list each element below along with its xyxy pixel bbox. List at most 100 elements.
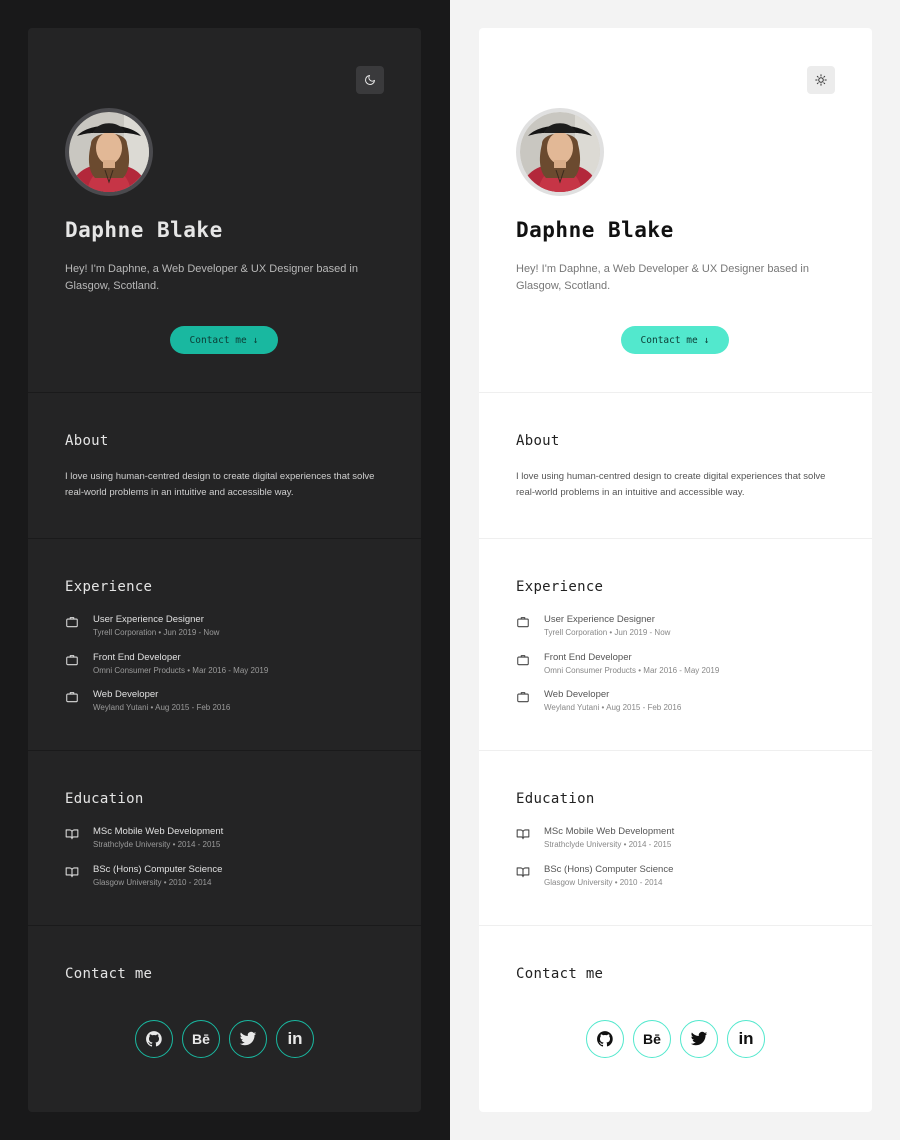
- contact-me-label: Contact me: [189, 334, 247, 346]
- twitter-link[interactable]: [229, 1020, 267, 1058]
- experience-item: Web Developer Weyland Yutani • Aug 2015 -…: [65, 689, 401, 727]
- briefcase-icon: [517, 692, 529, 703]
- light-mode-toggle[interactable]: [807, 66, 835, 94]
- twitter-icon: [239, 1031, 257, 1046]
- education-degree: BSc (Hons) Computer Science: [93, 863, 223, 875]
- about-title: About: [516, 433, 560, 449]
- contact-me-button[interactable]: Contact me ↓: [170, 326, 278, 354]
- about-text: I love using human-centred design to cre…: [65, 471, 375, 499]
- profile-bio: Hey! I'm Daphne, a Web Developer & UX De…: [65, 263, 358, 292]
- linkedin-icon: in: [738, 1029, 754, 1048]
- behance-icon: Bē: [192, 1031, 210, 1047]
- profile-name: Daphne Blake: [516, 218, 674, 242]
- hero-section: Daphne Blake Hey! I'm Daphne, a Web Deve…: [479, 28, 872, 393]
- education-item: BSc (Hons) Computer Science Glasgow Unive…: [516, 864, 852, 902]
- behance-link[interactable]: Bē: [633, 1020, 671, 1058]
- experience-item: Front End Developer Omni Consumer Product…: [65, 652, 401, 690]
- stage: Daphne Blake Hey! I'm Daphne, a Web Deve…: [0, 0, 900, 1140]
- experience-title: Experience: [65, 579, 153, 595]
- avatar: [516, 108, 604, 196]
- experience-item: User Experience Designer Tyrell Corporati…: [516, 614, 852, 652]
- avatar: [65, 108, 153, 196]
- experience-item: Web Developer Weyland Yutani • Aug 2015 -…: [516, 689, 852, 727]
- education-section: Education MSc Mobile Web Development Stra…: [28, 751, 421, 926]
- about-title: About: [65, 433, 109, 449]
- github-link[interactable]: [135, 1020, 173, 1058]
- education-list: MSc Mobile Web Development Strathclyde Un…: [516, 826, 852, 901]
- experience-role: Front End Developer: [93, 651, 181, 663]
- briefcase-icon: [66, 654, 78, 665]
- about-section: About I love using human-centred design …: [479, 393, 872, 539]
- twitter-icon: [690, 1031, 708, 1046]
- education-item: MSc Mobile Web Development Strathclyde Un…: [516, 826, 852, 864]
- about-text: I love using human-centred design to cre…: [516, 471, 826, 499]
- education-title: Education: [516, 791, 595, 807]
- contact-section: Contact me Bē in: [28, 926, 421, 1112]
- education-item: BSc (Hons) Computer Science Glasgow Unive…: [65, 864, 401, 902]
- moon-icon: [365, 75, 375, 85]
- experience-detail: Weyland Yutani • Aug 2015 - Feb 2016: [544, 703, 682, 712]
- behance-link[interactable]: Bē: [182, 1020, 220, 1058]
- arrow-down-icon: ↓: [703, 334, 710, 346]
- linkedin-icon: in: [287, 1029, 303, 1048]
- experience-detail: Tyrell Corporation • Jun 2019 - Now: [93, 628, 220, 637]
- experience-role: Front End Developer: [544, 651, 632, 663]
- github-icon: [597, 1031, 613, 1047]
- experience-item: Front End Developer Omni Consumer Product…: [516, 652, 852, 690]
- experience-role: User Experience Designer: [544, 614, 655, 625]
- education-detail: Glasgow University • 2010 - 2014: [93, 877, 212, 887]
- briefcase-icon: [66, 692, 78, 703]
- experience-list: User Experience Designer Tyrell Corporati…: [65, 614, 401, 727]
- contact-title: Contact me: [516, 966, 604, 982]
- briefcase-icon: [66, 617, 78, 628]
- linkedin-link[interactable]: in: [276, 1020, 314, 1058]
- education-degree: BSc (Hons) Computer Science: [544, 863, 674, 875]
- twitter-link[interactable]: [680, 1020, 718, 1058]
- dark-mode-toggle[interactable]: [356, 66, 384, 94]
- book-icon: [516, 829, 530, 840]
- profile-card-dark: Daphne Blake Hey! I'm Daphne, a Web Deve…: [28, 28, 421, 1112]
- hero-section: Daphne Blake Hey! I'm Daphne, a Web Deve…: [28, 28, 421, 393]
- linkedin-link[interactable]: in: [727, 1020, 765, 1058]
- education-detail: Glasgow University • 2010 - 2014: [544, 877, 663, 887]
- contact-me-label: Contact me: [640, 334, 698, 346]
- experience-detail: Omni Consumer Products • Mar 2016 - May …: [93, 665, 269, 675]
- github-link[interactable]: [586, 1020, 624, 1058]
- book-icon: [65, 829, 79, 840]
- profile-bio: Hey! I'm Daphne, a Web Developer & UX De…: [516, 263, 809, 292]
- profile-card-light: Daphne Blake Hey! I'm Daphne, a Web Deve…: [479, 28, 872, 1112]
- education-list: MSc Mobile Web Development Strathclyde Un…: [65, 826, 401, 901]
- education-item: MSc Mobile Web Development Strathclyde Un…: [65, 826, 401, 864]
- social-links: Bē in: [479, 1020, 872, 1058]
- contact-me-button[interactable]: Contact me ↓: [621, 326, 729, 354]
- experience-section: Experience User Experience Designer Tyrel…: [28, 539, 421, 751]
- book-icon: [65, 866, 79, 877]
- arrow-down-icon: ↓: [252, 334, 259, 346]
- experience-detail: Tyrell Corporation • Jun 2019 - Now: [544, 628, 671, 637]
- experience-role: Web Developer: [544, 689, 610, 700]
- education-detail: Strathclyde University • 2014 - 2015: [544, 840, 672, 849]
- education-degree: MSc Mobile Web Development: [544, 826, 675, 837]
- book-icon: [516, 866, 530, 877]
- social-links: Bē in: [28, 1020, 421, 1058]
- experience-detail: Omni Consumer Products • Mar 2016 - May …: [544, 665, 720, 675]
- education-title: Education: [65, 791, 144, 807]
- education-detail: Strathclyde University • 2014 - 2015: [93, 840, 221, 849]
- contact-title: Contact me: [65, 966, 153, 982]
- contact-section: Contact me Bē in: [479, 926, 872, 1112]
- dark-theme-panel: Daphne Blake Hey! I'm Daphne, a Web Deve…: [0, 0, 450, 1140]
- education-section: Education MSc Mobile Web Development Stra…: [479, 751, 872, 926]
- about-section: About I love using human-centred design …: [28, 393, 421, 539]
- experience-section: Experience User Experience Designer Tyrel…: [479, 539, 872, 751]
- education-degree: MSc Mobile Web Development: [93, 826, 224, 837]
- briefcase-icon: [517, 617, 529, 628]
- light-theme-panel: Daphne Blake Hey! I'm Daphne, a Web Deve…: [450, 0, 900, 1140]
- profile-name: Daphne Blake: [65, 218, 223, 242]
- github-icon: [146, 1031, 162, 1047]
- sun-icon: [815, 74, 827, 86]
- experience-title: Experience: [516, 579, 604, 595]
- experience-list: User Experience Designer Tyrell Corporati…: [516, 614, 852, 727]
- briefcase-icon: [517, 654, 529, 665]
- experience-role: User Experience Designer: [93, 614, 204, 625]
- experience-role: Web Developer: [93, 689, 159, 700]
